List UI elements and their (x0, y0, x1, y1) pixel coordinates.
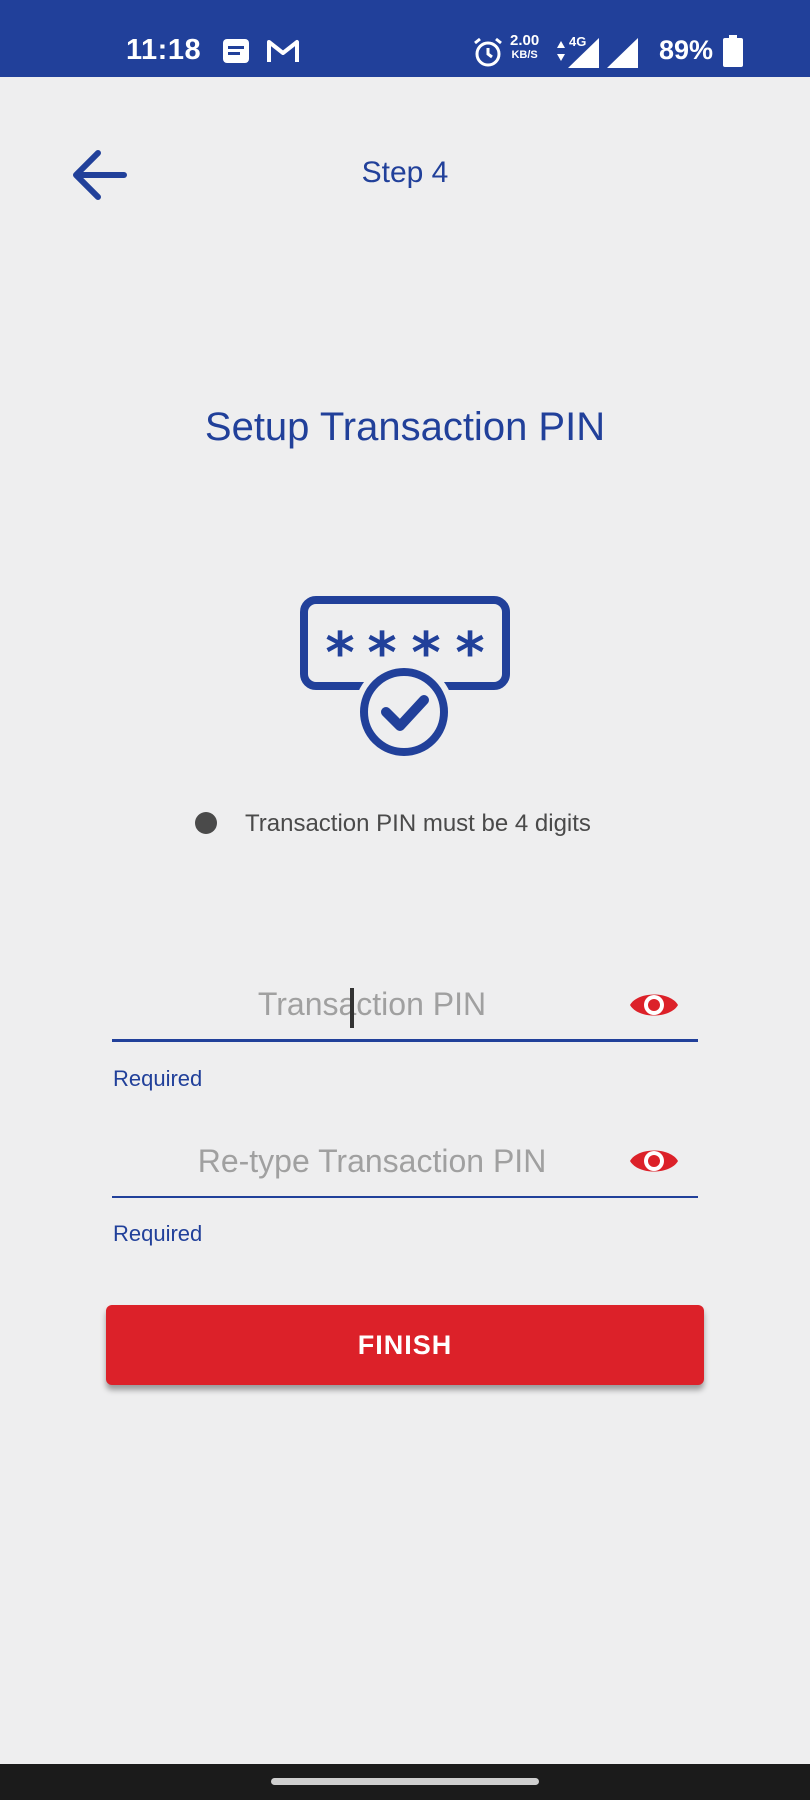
home-indicator[interactable] (271, 1778, 539, 1785)
gmail-icon (267, 40, 299, 62)
transaction-pin-field (112, 970, 698, 1042)
battery-percent: 89% (659, 35, 714, 65)
finish-button[interactable]: FINISH (106, 1305, 704, 1385)
step-title: Step 4 (361, 156, 449, 189)
pin-check-icon: * * * * (300, 596, 510, 761)
signal-icon (607, 38, 638, 68)
bullet-icon (195, 812, 217, 834)
system-nav-bar (0, 1764, 810, 1800)
speed-unit: KB/S (511, 49, 538, 61)
svg-text:*: * (455, 621, 484, 686)
eye-icon[interactable] (628, 1142, 680, 1180)
retype-pin-input[interactable] (112, 1126, 632, 1196)
status-bar: 11:18 2.00 KB/S 4G 89% (0, 0, 810, 77)
message-icon (223, 39, 249, 63)
transaction-pin-input[interactable] (112, 970, 632, 1039)
status-time: 11:18 (126, 34, 202, 66)
speed-value: 2.00 (510, 32, 540, 49)
svg-text:*: * (325, 621, 354, 686)
alarm-icon (474, 37, 502, 67)
network-speed: 2.00 KB/S (510, 32, 540, 62)
retype-pin-field (112, 1126, 698, 1198)
page-title: Setup Transaction PIN (204, 405, 606, 449)
eye-icon[interactable] (628, 986, 680, 1024)
text-cursor (350, 988, 354, 1028)
pin-rule-text: Transaction PIN must be 4 digits (245, 810, 591, 837)
retype-pin-helper: Required (113, 1221, 203, 1246)
battery-icon (723, 35, 743, 67)
data-arrows-icon (557, 41, 565, 61)
signal-icon (568, 38, 599, 68)
transaction-pin-helper: Required (113, 1066, 203, 1091)
